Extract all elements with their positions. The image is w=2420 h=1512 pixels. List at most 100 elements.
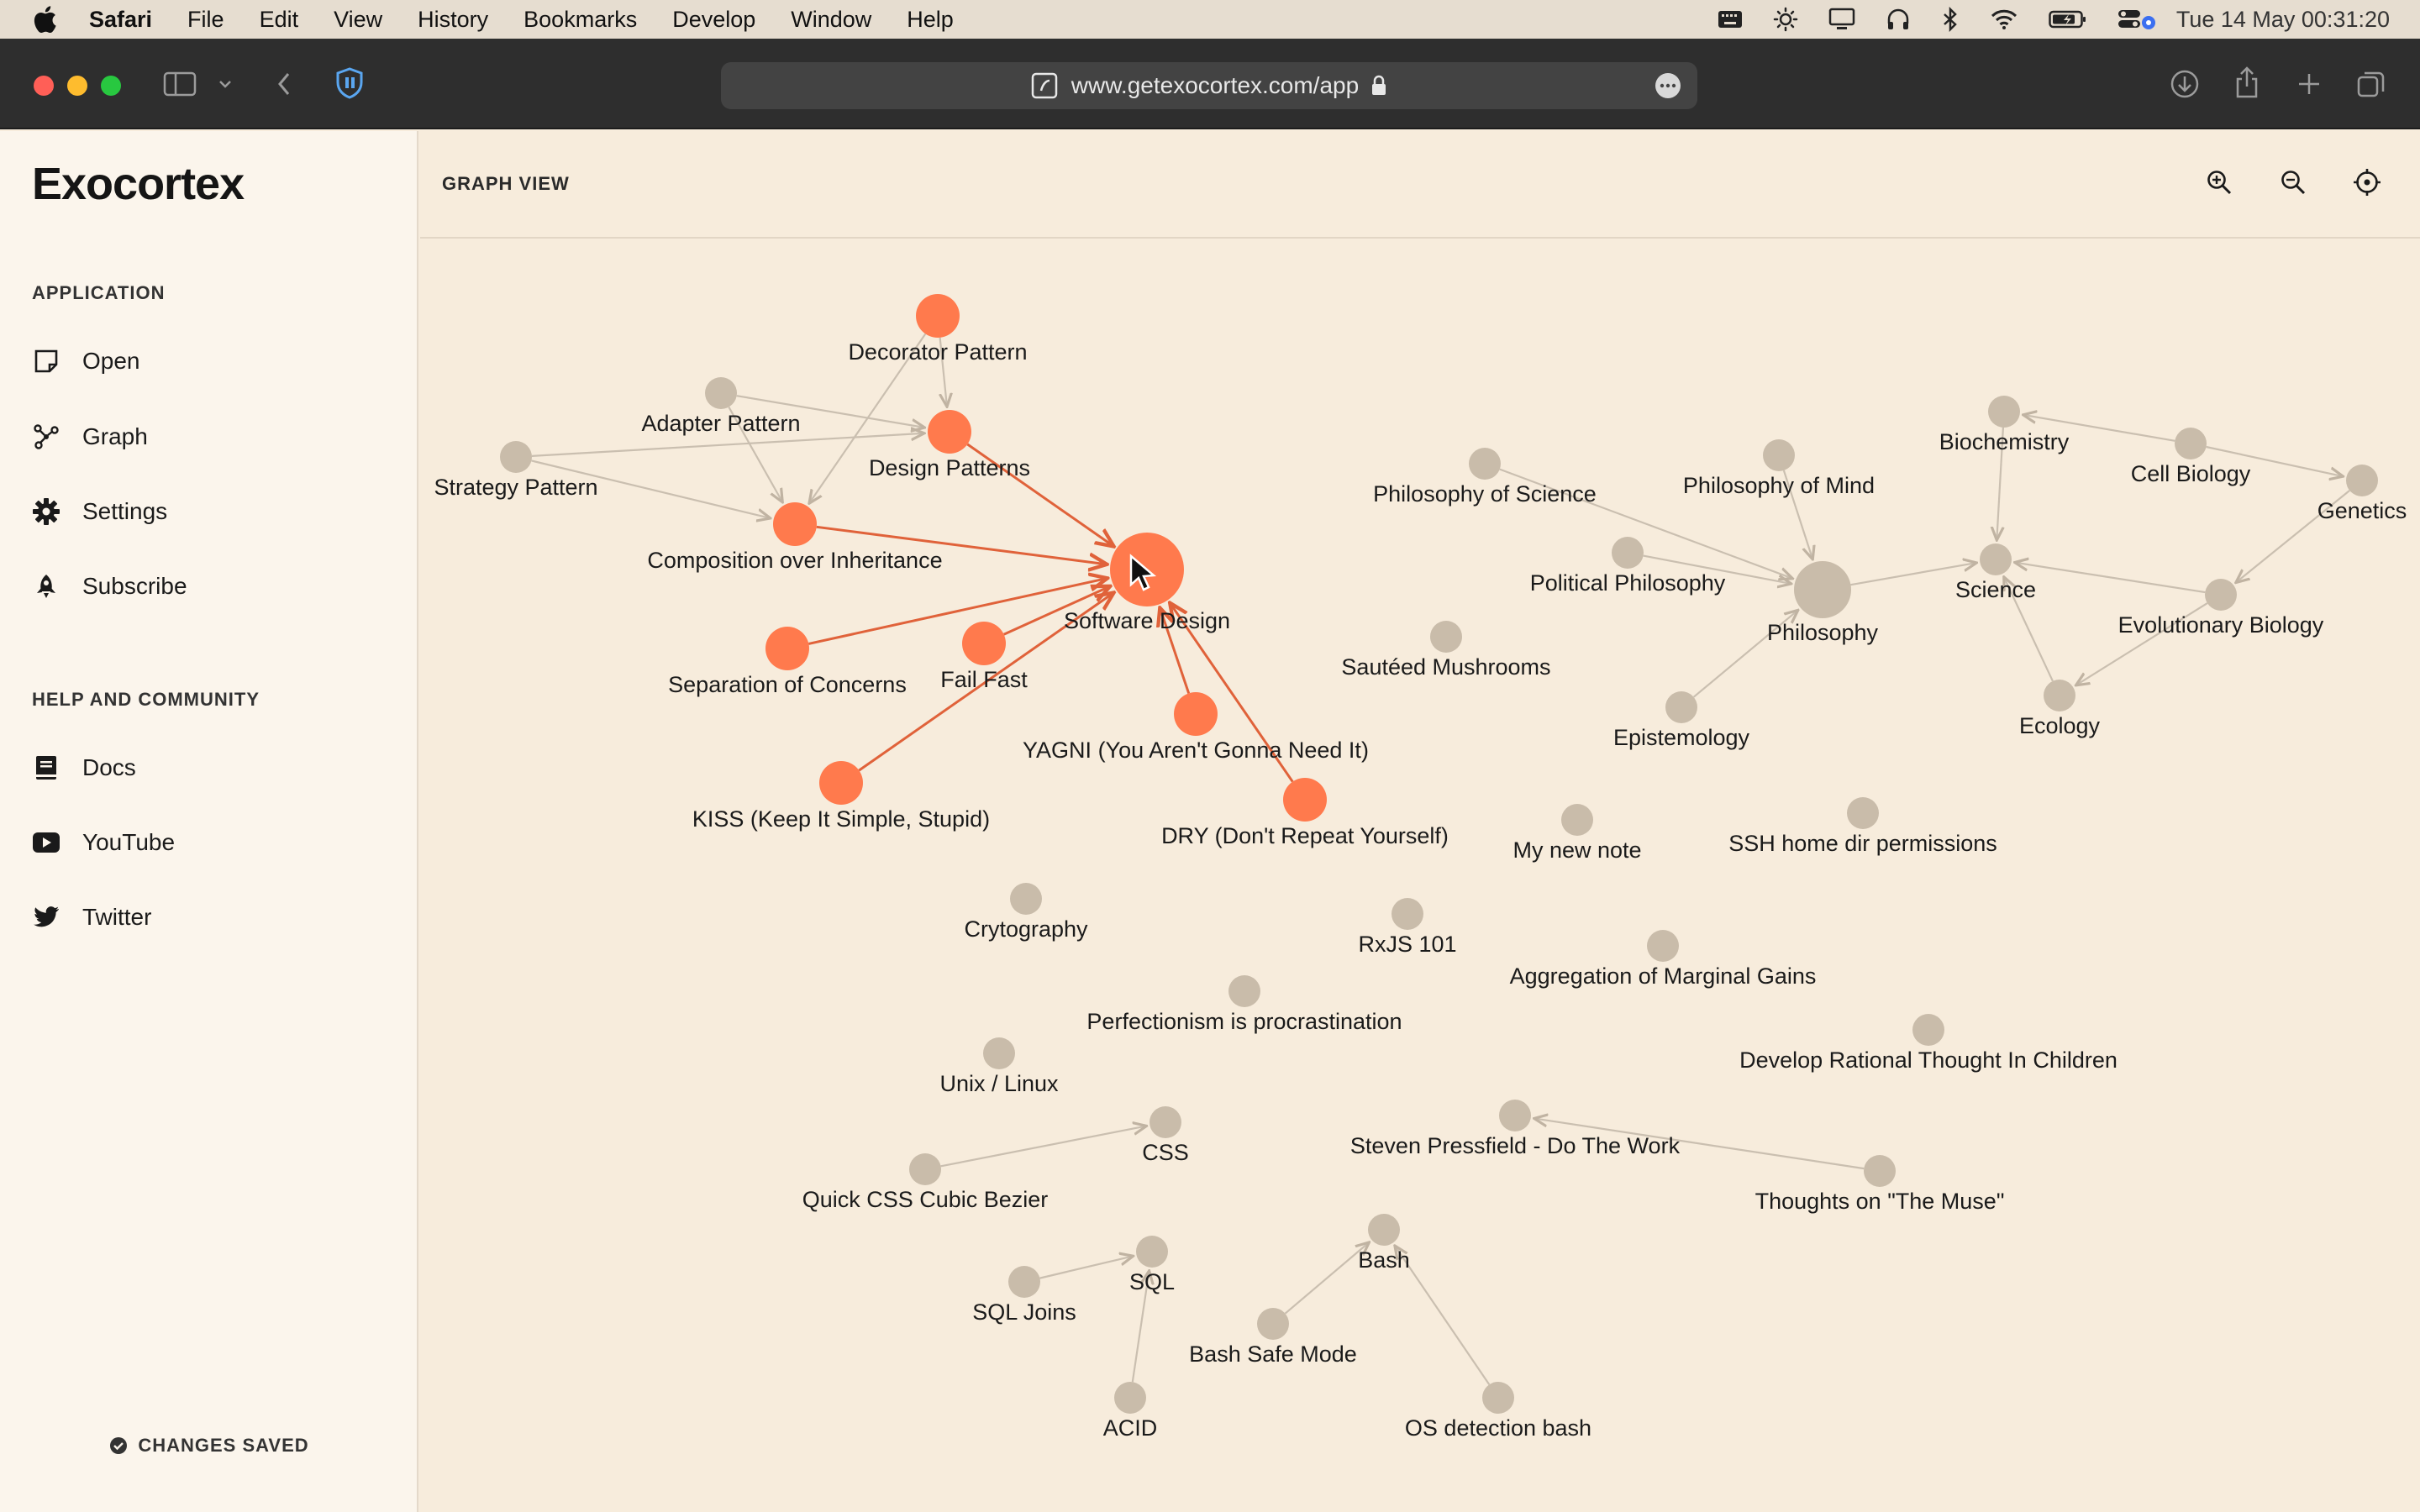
graph-node-label[interactable]: Thoughts on "The Muse" <box>1755 1189 2005 1214</box>
graph-node-circle[interactable] <box>909 1153 941 1185</box>
graph-node-circle[interactable] <box>1392 898 1423 930</box>
graph-node[interactable]: SQL <box>1129 1236 1175 1294</box>
graph-node-circle[interactable] <box>1561 804 1593 836</box>
address-bar[interactable]: www.getexocortex.com/app <box>721 62 1697 109</box>
graph-node-circle[interactable] <box>1283 778 1327 822</box>
graph-node[interactable]: DRY (Don't Repeat Yourself) <box>1161 778 1449 848</box>
graph-node[interactable]: Aggregation of Marginal Gains <box>1510 930 1817 989</box>
graph-node-label[interactable]: My new note <box>1512 837 1641 863</box>
graph-node-circle[interactable] <box>1499 1100 1531 1131</box>
graph-node-label[interactable]: Strategy Pattern <box>434 475 597 500</box>
minimize-window-icon[interactable] <box>67 76 87 96</box>
recenter-button[interactable] <box>2348 165 2386 203</box>
graph-node-circle[interactable] <box>1257 1308 1289 1340</box>
headphones-icon[interactable] <box>1886 7 1911 32</box>
graph-node-label[interactable]: Evolutionary Biology <box>2118 612 2324 638</box>
graph-node-label[interactable]: SQL Joins <box>972 1299 1076 1325</box>
graph-node-circle[interactable] <box>773 502 817 546</box>
privacy-shield-icon[interactable] <box>333 66 366 101</box>
graph-node-label[interactable]: Sautéed Mushrooms <box>1341 654 1550 680</box>
graph-node-label[interactable]: Decorator Pattern <box>848 339 1027 365</box>
graph-node-circle[interactable] <box>1912 1014 1944 1046</box>
graph-node-label[interactable]: KISS (Keep It Simple, Stupid) <box>692 806 990 832</box>
page-menu-icon[interactable] <box>1655 73 1681 98</box>
graph-node-circle[interactable] <box>2044 680 2075 711</box>
graph-node-circle[interactable] <box>928 410 971 454</box>
graph-node[interactable]: CSS <box>1142 1106 1189 1165</box>
graph-node-circle[interactable] <box>2205 579 2237 611</box>
graph-node[interactable]: Evolutionary Biology <box>2118 579 2324 638</box>
sidebar-item-settings[interactable]: Settings <box>32 488 167 535</box>
graph-node-label[interactable]: Genetics <box>2317 498 2407 523</box>
graph-node-label[interactable]: Ecology <box>2019 713 2101 738</box>
graph-node-circle[interactable] <box>705 377 737 409</box>
graph-node-circle[interactable] <box>2346 465 2378 496</box>
graph-node[interactable]: Unix / Linux <box>939 1037 1059 1096</box>
graph-node-label[interactable]: SSH home dir permissions <box>1728 831 1997 856</box>
graph-node-circle[interactable] <box>1174 692 1218 736</box>
graph-node-label[interactable]: Aggregation of Marginal Gains <box>1510 963 1817 989</box>
graph-node-label[interactable]: Adapter Pattern <box>641 411 800 436</box>
graph-node-circle[interactable] <box>500 441 532 473</box>
tab-overview-icon[interactable] <box>2354 67 2388 101</box>
graph-node-label[interactable]: Cell Biology <box>2131 461 2251 486</box>
graph-node-circle[interactable] <box>1794 561 1851 618</box>
battery-icon[interactable] <box>2049 9 2087 29</box>
graph-node-label[interactable]: Unix / Linux <box>939 1071 1059 1096</box>
sidebar-item-twitter[interactable]: Twitter <box>32 894 151 941</box>
graph-node[interactable]: Perfectionism is procrastination <box>1086 975 1402 1034</box>
graph-node-label[interactable]: Design Patterns <box>869 455 1030 480</box>
zoom-out-button[interactable] <box>2274 165 2312 203</box>
graph-node-circle[interactable] <box>962 622 1006 665</box>
graph-node-label[interactable]: Software Design <box>1064 608 1230 633</box>
graph-node-label[interactable]: YAGNI (You Aren't Gonna Need It) <box>1023 738 1369 763</box>
menu-view[interactable]: View <box>334 7 382 33</box>
graph-node[interactable]: Epistemology <box>1613 691 1750 750</box>
graph-node-circle[interactable] <box>916 294 960 338</box>
graph-node-label[interactable]: Philosophy of Science <box>1373 481 1597 507</box>
downloads-icon[interactable] <box>2168 67 2202 101</box>
chevron-down-icon[interactable] <box>215 72 235 96</box>
graph-node[interactable]: Ecology <box>2019 680 2101 738</box>
graph-node[interactable]: Crytography <box>964 883 1088 942</box>
sidebar-item-youtube[interactable]: YouTube <box>32 819 175 866</box>
graph-node[interactable]: Thoughts on "The Muse" <box>1755 1155 2005 1214</box>
share-icon[interactable] <box>2230 64 2264 101</box>
graph-node-label[interactable]: OS detection bash <box>1405 1415 1591 1441</box>
graph-node-label[interactable]: Bash Safe Mode <box>1189 1341 1357 1367</box>
graph-node-label[interactable]: Composition over Inheritance <box>647 548 942 573</box>
close-window-icon[interactable] <box>34 76 54 96</box>
sidebar-item-docs[interactable]: Docs <box>32 744 136 791</box>
graph-node-circle[interactable] <box>1864 1155 1896 1187</box>
menubar-clock[interactable]: Tue 14 May 00:31:20 <box>2176 7 2390 33</box>
graph-node-circle[interactable] <box>1847 797 1879 829</box>
graph-node-circle[interactable] <box>983 1037 1015 1069</box>
app-logo[interactable]: Exocortex <box>32 158 245 210</box>
graph-node-label[interactable]: Perfectionism is procrastination <box>1086 1009 1402 1034</box>
graph-node[interactable]: SSH home dir permissions <box>1728 797 1997 856</box>
menu-app-name[interactable]: Safari <box>89 7 152 33</box>
menu-develop[interactable]: Develop <box>672 7 755 33</box>
graph-node[interactable]: Decorator Pattern <box>848 294 1028 365</box>
menu-help[interactable]: Help <box>907 7 954 33</box>
graph-node-circle[interactable] <box>1980 543 2012 575</box>
graph-node[interactable]: My new note <box>1512 804 1642 863</box>
graph-node[interactable]: Science <box>1955 543 2036 602</box>
sidebar-item-graph[interactable]: Graph <box>32 413 148 460</box>
graph-node-label[interactable]: RxJS 101 <box>1358 932 1456 957</box>
graph-node-circle[interactable] <box>1010 883 1042 915</box>
graph-node-circle[interactable] <box>1430 621 1462 653</box>
graph-node[interactable]: Fail Fast <box>940 622 1028 692</box>
apple-logo-icon[interactable] <box>30 3 59 35</box>
menu-file[interactable]: File <box>187 7 224 33</box>
sidebar-toggle-icon[interactable] <box>161 69 198 99</box>
graph-node[interactable]: Philosophy of Science <box>1373 448 1597 507</box>
brightness-icon[interactable] <box>1773 7 1798 32</box>
graph-node[interactable]: Sautéed Mushrooms <box>1341 621 1551 680</box>
graph-node-label[interactable]: ACID <box>1103 1415 1158 1441</box>
graph-node[interactable]: Philosophy <box>1767 561 1879 645</box>
graph-node-circle[interactable] <box>1114 1382 1146 1414</box>
graph-node-circle[interactable] <box>1612 537 1644 569</box>
graph-node-circle[interactable] <box>1228 975 1260 1007</box>
control-center-icon[interactable] <box>2118 8 2156 31</box>
